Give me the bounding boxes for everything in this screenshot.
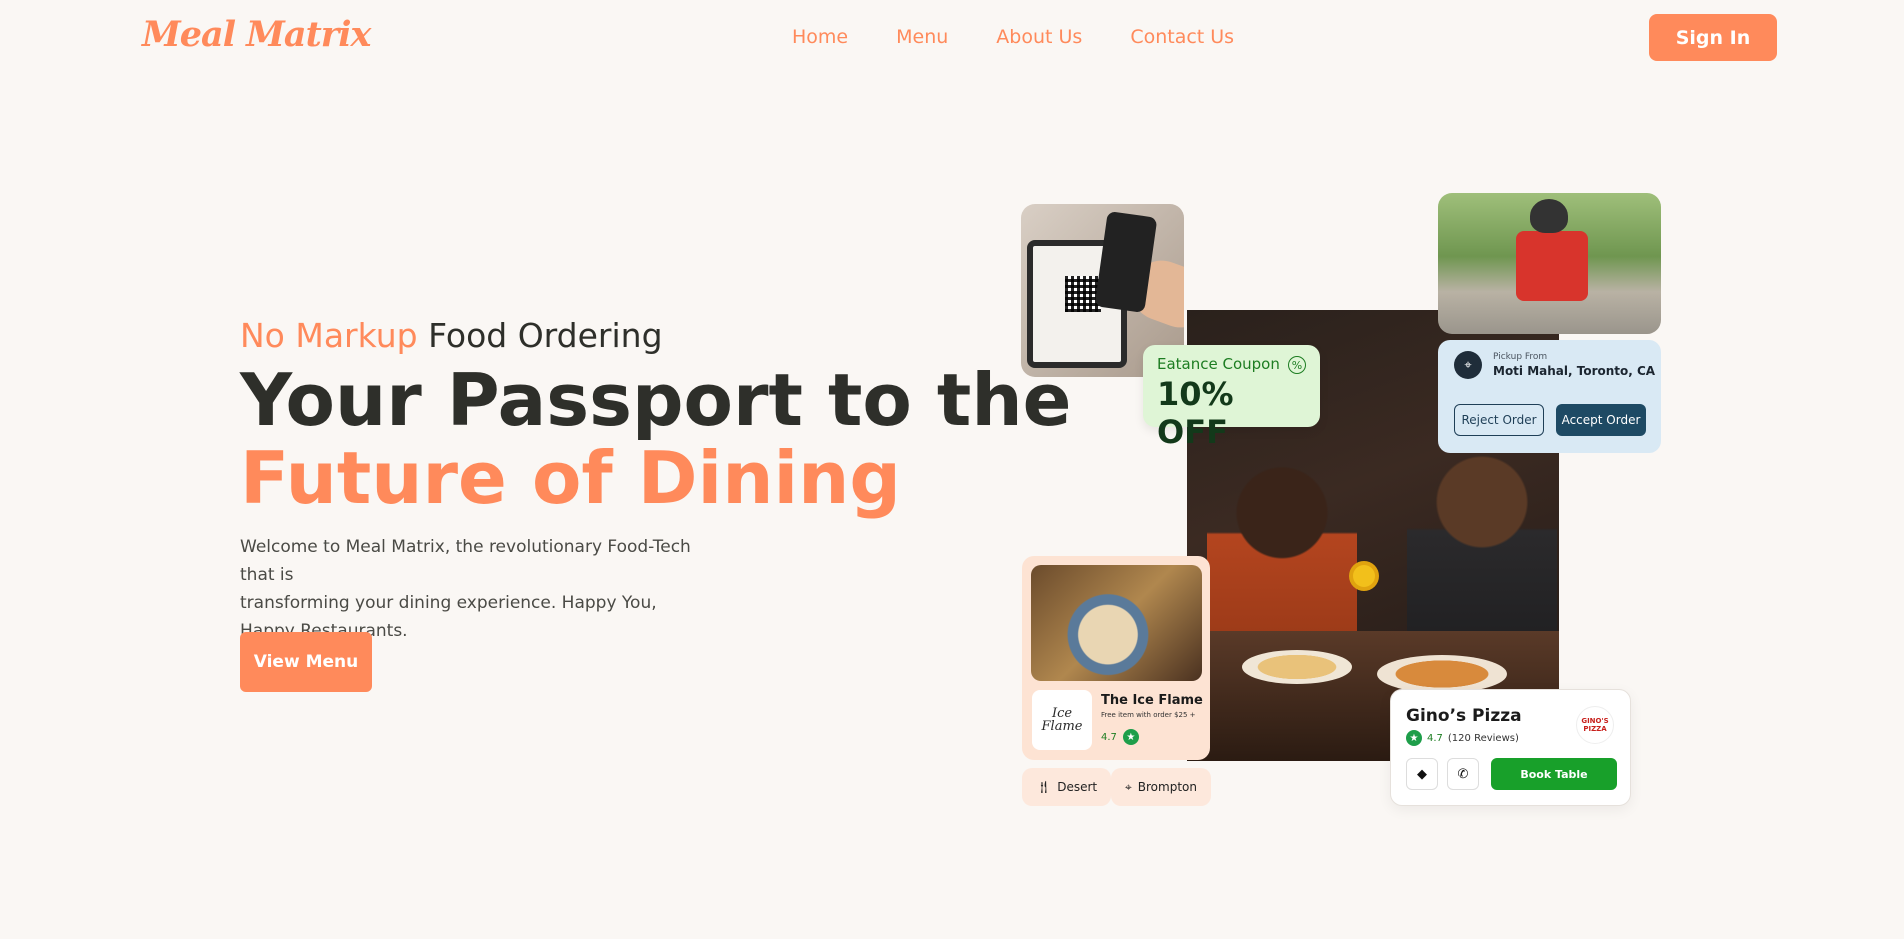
location-pin-icon: ⌖ [1454, 351, 1482, 379]
sign-in-button[interactable]: Sign In [1649, 14, 1777, 61]
pizza-plate [1242, 650, 1352, 684]
pizza-plate [1377, 655, 1507, 693]
hero-tagline: No Markup Food Ordering [240, 316, 663, 355]
restaurant-rating: 4.7 ★ [1101, 729, 1139, 745]
book-table-button[interactable]: Book Table [1491, 758, 1617, 790]
chip-label: Desert [1057, 780, 1098, 794]
flower-vase [1353, 565, 1375, 587]
directions-button[interactable]: ◆ [1406, 758, 1438, 790]
restaurant-card[interactable]: Ice Flame The Ice Flame Free item with o… [1022, 556, 1210, 760]
restaurant-offer: Free item with order $25 + [1101, 711, 1196, 719]
brand-logo[interactable]: Meal Matrix [142, 14, 371, 55]
phone-icon: ✆ [1457, 766, 1469, 782]
food-photo [1031, 565, 1202, 681]
pickup-card: ⌖ Pickup From Moti Mahal, Toronto, CA Re… [1438, 340, 1661, 453]
chip-label: Brompton [1137, 780, 1197, 794]
nav-home[interactable]: Home [792, 26, 848, 48]
ginos-name: Gino’s Pizza [1406, 706, 1522, 726]
call-button[interactable]: ✆ [1447, 758, 1479, 790]
rating-value: 4.7 [1427, 732, 1443, 744]
coupon-label: Eatance Coupon [1157, 355, 1280, 373]
main-nav: Home Menu About Us Contact Us [792, 26, 1234, 48]
hero-description: Welcome to Meal Matrix, the revolutionar… [240, 533, 730, 645]
location-chip[interactable]: ⌖ Brompton [1111, 768, 1211, 806]
rating-value: 4.7 [1101, 731, 1117, 743]
review-count: (120 Reviews) [1447, 732, 1519, 744]
ginos-card: Gino’s Pizza ★ 4.7 (120 Reviews) GINO'S … [1390, 689, 1631, 806]
nav-contact-us[interactable]: Contact Us [1130, 26, 1234, 48]
restaurant-logo: Ice Flame [1032, 690, 1092, 750]
location-pin-icon: ⌖ [1125, 779, 1132, 794]
view-menu-button[interactable]: View Menu [240, 632, 372, 692]
reject-order-button[interactable]: Reject Order [1454, 404, 1544, 436]
description-line-2: transforming your dining experience. Hap… [240, 593, 657, 613]
headline-line-2: Future of Dining [240, 436, 901, 520]
tagline-rest: Food Ordering [417, 316, 663, 355]
restaurant-name: The Ice Flame [1101, 693, 1203, 708]
tagline-accent: No Markup [240, 316, 418, 355]
coupon-value: 10% OFF [1157, 375, 1234, 451]
headline-line-1: Your Passport to the [240, 358, 1072, 442]
coupon-card[interactable]: Eatance Coupon 10% OFF % [1143, 345, 1320, 451]
delivery-bag [1516, 231, 1588, 301]
delivery-rider-photo [1438, 193, 1661, 334]
accept-order-button[interactable]: Accept Order [1556, 404, 1646, 436]
nav-about-us[interactable]: About Us [996, 26, 1082, 48]
ginos-rating: ★ 4.7 (120 Reviews) [1406, 730, 1519, 746]
category-chip[interactable]: 🍴︎ Desert [1022, 768, 1112, 806]
star-icon: ★ [1122, 729, 1139, 745]
nav-menu[interactable]: Menu [896, 26, 948, 48]
ginos-logo: GINO'S PIZZA [1576, 706, 1614, 744]
pickup-location: Moti Mahal, Toronto, CA [1493, 364, 1656, 378]
pickup-label: Pickup From [1493, 352, 1548, 362]
percent-badge-icon: % [1288, 356, 1306, 374]
directions-icon: ◆ [1417, 766, 1427, 782]
description-line-1: Welcome to Meal Matrix, the revolutionar… [240, 537, 691, 585]
star-icon: ★ [1406, 730, 1422, 746]
helmet [1530, 199, 1568, 233]
fork-knife-icon: 🍴︎ [1036, 780, 1052, 794]
